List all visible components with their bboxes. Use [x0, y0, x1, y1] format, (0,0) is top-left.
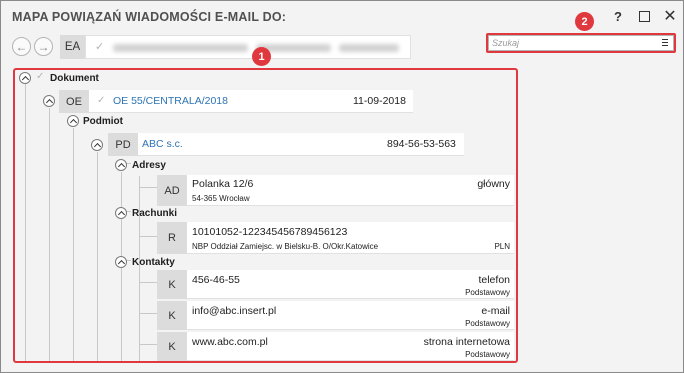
blurred-email-date	[339, 44, 399, 52]
email-header-field: ✓	[85, 35, 411, 59]
forward-button[interactable]: →	[34, 37, 53, 56]
maximize-icon	[638, 10, 650, 22]
annotation-badge-2: 2	[575, 12, 594, 31]
highlight-frame-search	[486, 33, 676, 53]
back-button[interactable]: ←	[12, 37, 31, 56]
close-button[interactable]: ✕	[661, 7, 679, 25]
highlight-frame-tree	[13, 68, 518, 363]
maximize-button[interactable]	[635, 7, 653, 25]
email-tag: EA	[60, 35, 85, 59]
check-icon: ✓	[95, 41, 105, 53]
window-title: MAPA POWIĄZAŃ WIADOMOŚCI E-MAIL DO:	[12, 10, 287, 24]
help-button[interactable]: ?	[609, 7, 627, 25]
annotation-badge-1: 1	[252, 47, 271, 66]
blurred-email-sender	[113, 44, 248, 52]
dialog-window: MAPA POWIĄZAŃ WIADOMOŚCI E-MAIL DO: ? ✕ …	[0, 0, 684, 373]
